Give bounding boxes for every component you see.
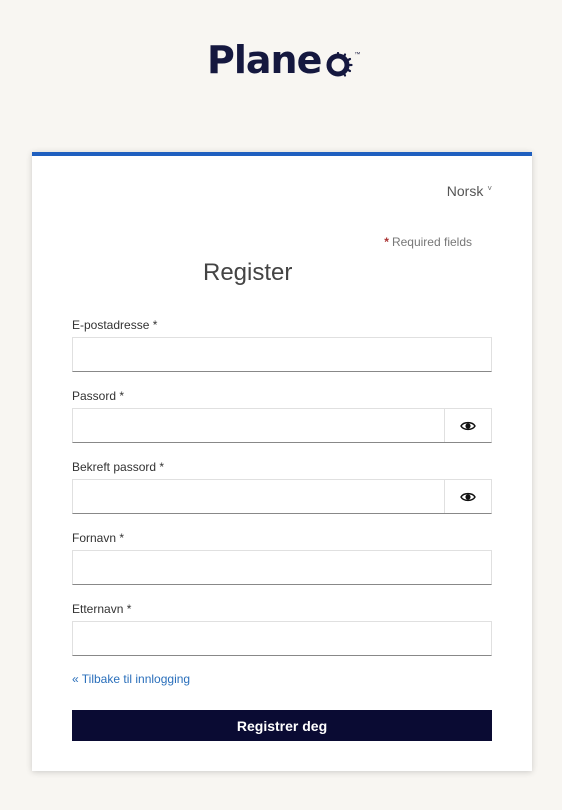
first-name-input[interactable] <box>73 551 491 584</box>
chevron-down-icon: ˅ <box>487 183 492 193</box>
language-label: Norsk <box>446 183 484 199</box>
confirm-password-input[interactable] <box>73 480 444 513</box>
email-input[interactable] <box>73 338 491 371</box>
show-password-button[interactable] <box>444 409 491 442</box>
last-name-input-wrapper <box>72 621 492 656</box>
password-field-group: Passord * <box>72 389 492 443</box>
required-fields-text: Required fields <box>391 235 472 249</box>
email-input-wrapper <box>72 337 492 372</box>
register-card: Norsk ˅ * Required fields Register E-post… <box>32 152 532 771</box>
password-input[interactable] <box>73 409 444 442</box>
password-label: Passord * <box>72 389 125 403</box>
confirm-password-field-group: Bekreft passord * <box>72 460 492 514</box>
page-title: Register <box>203 259 293 286</box>
last-name-label: Etternavn * <box>72 602 132 616</box>
back-to-login-link[interactable]: « Tilbake til innlogging <box>72 672 190 686</box>
confirm-password-label: Bekreft passord * <box>72 460 165 474</box>
first-name-input-wrapper <box>72 550 492 585</box>
eye-icon <box>460 421 476 430</box>
email-field-group: E-postadresse * <box>72 318 492 372</box>
required-star: * <box>384 235 389 249</box>
eye-icon <box>460 492 476 501</box>
required-fields-note: * Required fields <box>384 235 472 249</box>
trademark-symbol: ™ <box>354 52 361 58</box>
last-name-input[interactable] <box>73 622 491 655</box>
language-selector[interactable]: Norsk ˅ <box>447 183 492 199</box>
register-button[interactable]: Registrer deg <box>72 710 492 741</box>
logo-text: Plane <box>207 38 322 82</box>
last-name-field-group: Etternavn * <box>72 602 492 656</box>
planeo-logo: Plane ™ <box>207 38 360 82</box>
logo-o-mark-icon <box>326 52 353 77</box>
first-name-label: Fornavn * <box>72 531 125 545</box>
first-name-field-group: Fornavn * <box>72 531 492 585</box>
password-input-wrapper <box>72 408 492 443</box>
confirm-password-input-wrapper <box>72 479 492 514</box>
show-confirm-password-button[interactable] <box>444 480 491 513</box>
email-label: E-postadresse * <box>72 318 158 332</box>
